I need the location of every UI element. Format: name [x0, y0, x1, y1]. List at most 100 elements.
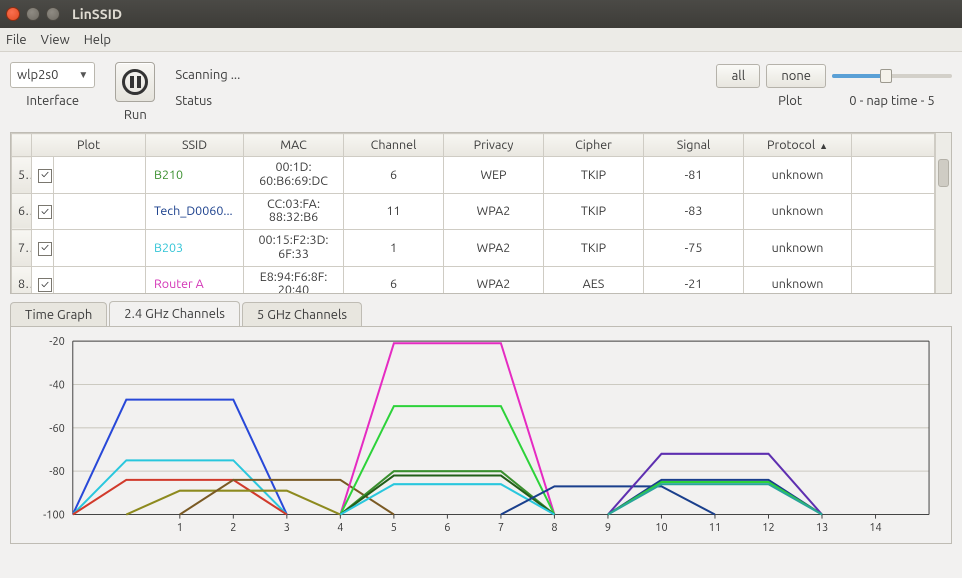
row-number: 5 [12, 157, 32, 194]
col-protocol[interactable]: Protocol▲ [744, 134, 852, 157]
interface-select[interactable]: wlp2s0 ▼ [10, 62, 95, 88]
svg-text:8: 8 [551, 522, 557, 534]
svg-text:10: 10 [655, 522, 667, 534]
chart-tabs: Time Graph 2.4 GHz Channels 5 GHz Channe… [10, 300, 952, 326]
pause-icon [122, 69, 148, 95]
row-number: 8 [12, 266, 32, 293]
col-privacy[interactable]: Privacy [444, 134, 544, 157]
plot-all-button[interactable]: all [716, 64, 760, 88]
svg-text:-60: -60 [49, 423, 65, 435]
window-titlebar: LinSSID [0, 0, 962, 28]
svg-text:-20: -20 [49, 336, 65, 348]
svg-text:1: 1 [177, 522, 183, 534]
window-title: LinSSID [72, 6, 122, 22]
menubar: File View Help [0, 28, 962, 52]
cell-privacy: WEP [444, 157, 544, 194]
svg-text:7: 7 [498, 522, 504, 534]
cell-signal: -83 [644, 193, 744, 230]
run-button[interactable] [115, 62, 155, 102]
cell-protocol: unknown [744, 193, 852, 230]
cell-cipher: TKIP [544, 157, 644, 194]
svg-text:9: 9 [605, 522, 611, 534]
plot-none-button[interactable]: none [766, 64, 826, 88]
cell-channel: 11 [344, 193, 444, 230]
col-cipher[interactable]: Cipher [544, 134, 644, 157]
svg-text:-40: -40 [49, 379, 65, 391]
cell-privacy: WPA2 [444, 266, 544, 293]
svg-text:-80: -80 [49, 466, 65, 478]
cell-mac: 00:15:F2:3D:6F:33 [244, 230, 344, 267]
svg-text:-100: -100 [43, 509, 65, 521]
cell-protocol: unknown [744, 266, 852, 293]
row-number: 6 [12, 193, 32, 230]
svg-text:4: 4 [337, 522, 343, 534]
cell-signal: -81 [644, 157, 744, 194]
cell-ssid: B203 [146, 230, 244, 267]
tab-24ghz[interactable]: 2.4 GHz Channels [109, 301, 240, 327]
chevron-down-icon: ▼ [78, 69, 88, 81]
col-mac[interactable]: MAC [244, 134, 344, 157]
row-number: 7 [12, 230, 32, 267]
plot-checkbox[interactable] [32, 193, 54, 230]
tab-5ghz[interactable]: 5 GHz Channels [242, 302, 362, 327]
cell-signal: -21 [644, 266, 744, 293]
channel-chart: -20-40-60-80-1001234567891011121314 [10, 326, 952, 544]
plot-checkbox[interactable] [32, 157, 54, 194]
col-channel[interactable]: Channel [344, 134, 444, 157]
table-row[interactable]: 7 B20300:15:F2:3D:6F:331WPA2TKIP-75unknow… [12, 230, 935, 267]
cell-ssid: B210 [146, 157, 244, 194]
cell-protocol: unknown [744, 230, 852, 267]
naptime-slider[interactable] [832, 64, 952, 88]
svg-text:13: 13 [816, 522, 828, 534]
cell-privacy: WPA2 [444, 230, 544, 267]
status-value: Scanning ... [175, 62, 240, 88]
cell-channel: 6 [344, 157, 444, 194]
plot-checkbox[interactable] [32, 230, 54, 267]
close-icon[interactable] [6, 7, 20, 21]
cell-channel: 6 [344, 266, 444, 293]
col-spacer [852, 134, 935, 157]
col-rownum[interactable] [12, 134, 32, 157]
table-header-row: Plot SSID MAC Channel Privacy Cipher Sig… [12, 134, 935, 157]
cell-ssid: Tech_D0060... [146, 193, 244, 230]
run-label: Run [124, 108, 147, 122]
menu-help[interactable]: Help [84, 33, 111, 47]
menu-file[interactable]: File [6, 33, 27, 47]
svg-text:5: 5 [391, 522, 397, 534]
maximize-icon[interactable] [46, 7, 60, 21]
svg-text:6: 6 [444, 522, 450, 534]
cell-cipher: TKIP [544, 193, 644, 230]
svg-text:14: 14 [869, 522, 881, 534]
cell-protocol: unknown [744, 157, 852, 194]
plot-checkbox[interactable] [32, 266, 54, 293]
col-ssid[interactable]: SSID [146, 134, 244, 157]
table-row[interactable]: 6 Tech_D0060...CC:03:FA:88:32:B611WPA2TKI… [12, 193, 935, 230]
cell-cipher: TKIP [544, 230, 644, 267]
table-row[interactable]: 8 Router AE8:94:F6:8F:20:406WPA2AES-21unk… [12, 266, 935, 293]
col-plot[interactable]: Plot [32, 134, 146, 157]
plot-label: Plot [778, 94, 802, 108]
table-row[interactable]: 5 B21000:1D:60:B6:69:DC6WEPTKIP-81unknown [12, 157, 935, 194]
svg-text:11: 11 [709, 522, 721, 534]
cell-ssid: Router A [146, 266, 244, 293]
minimize-icon[interactable] [26, 7, 40, 21]
svg-text:3: 3 [284, 522, 290, 534]
cell-mac: CC:03:FA:88:32:B6 [244, 193, 344, 230]
cell-mac: E8:94:F6:8F:20:40 [244, 266, 344, 293]
status-label: Status [175, 94, 212, 108]
cell-channel: 1 [344, 230, 444, 267]
cell-cipher: AES [544, 266, 644, 293]
interface-value: wlp2s0 [17, 68, 58, 82]
sort-asc-icon: ▲ [819, 141, 828, 151]
svg-text:2: 2 [230, 522, 236, 534]
interface-label: Interface [26, 94, 79, 108]
col-signal[interactable]: Signal [644, 134, 744, 157]
networks-table: Plot SSID MAC Channel Privacy Cipher Sig… [10, 132, 952, 294]
table-scrollbar[interactable] [935, 133, 951, 293]
cell-signal: -75 [644, 230, 744, 267]
cell-mac: 00:1D:60:B6:69:DC [244, 157, 344, 194]
naptime-label: 0 - nap time - 5 [849, 94, 934, 108]
menu-view[interactable]: View [41, 33, 70, 47]
tab-time-graph[interactable]: Time Graph [10, 302, 107, 327]
cell-privacy: WPA2 [444, 193, 544, 230]
